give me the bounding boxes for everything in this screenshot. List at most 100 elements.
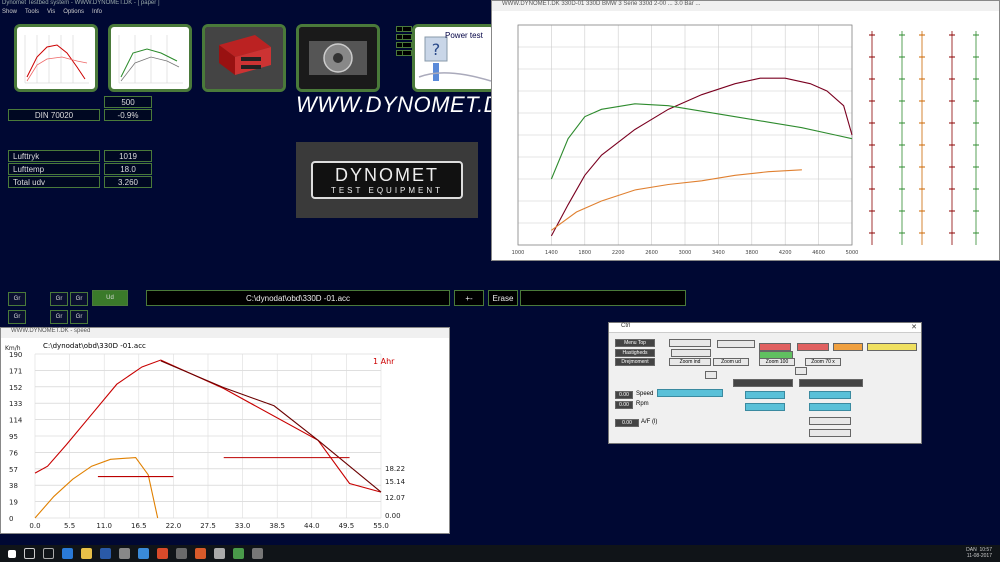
control-button-6[interactable]: Gr bbox=[70, 310, 88, 324]
din-value: -0.9% bbox=[104, 109, 152, 121]
nav-button[interactable]: +- bbox=[454, 290, 484, 306]
teal-button-3[interactable] bbox=[745, 403, 785, 411]
red-button-2[interactable] bbox=[797, 343, 829, 351]
yellow-button[interactable] bbox=[867, 343, 917, 351]
edge-icon[interactable] bbox=[62, 548, 73, 559]
close-icon[interactable]: ✕ bbox=[911, 323, 917, 331]
drejmoment-button[interactable]: Drejmoment bbox=[615, 358, 655, 366]
option-button-1[interactable] bbox=[669, 339, 711, 347]
control-button-3[interactable]: Gr bbox=[70, 292, 88, 306]
y-tick-label: 76 bbox=[9, 449, 18, 457]
file-path-bar[interactable]: C:\dynodat\obd\330D -01.acc bbox=[146, 290, 450, 306]
store-icon[interactable] bbox=[100, 548, 111, 559]
dyno-app-icon[interactable] bbox=[233, 548, 244, 559]
control-button-green[interactable]: Ud bbox=[92, 290, 128, 306]
y-tick-label: 190 bbox=[9, 351, 22, 359]
x-tick-label: 3800 bbox=[745, 250, 758, 256]
corner-label: 1 Ahr bbox=[373, 357, 395, 366]
app-icon[interactable] bbox=[138, 548, 149, 559]
clock[interactable]: DAN 10:57 11-08-2017 bbox=[966, 547, 992, 559]
menu-vis[interactable]: Vis bbox=[47, 9, 55, 19]
website-url[interactable]: WWW.DYNOMET.DK bbox=[296, 92, 515, 118]
erase-button[interactable]: Erase bbox=[488, 290, 518, 306]
mail-icon[interactable] bbox=[119, 548, 130, 559]
stepper-left[interactable] bbox=[705, 371, 717, 379]
menu-show[interactable]: Show bbox=[2, 9, 17, 19]
task-view-icon[interactable] bbox=[43, 548, 54, 559]
search-icon[interactable] bbox=[24, 548, 35, 559]
action-button-1[interactable] bbox=[733, 379, 793, 387]
thumb-power-chart[interactable] bbox=[14, 24, 98, 92]
menu-top-button[interactable]: Menu Top bbox=[615, 339, 655, 347]
x-tick-label: 1000 bbox=[512, 250, 525, 256]
file-title: C:\dynodat\obd\330D -01.acc bbox=[43, 342, 146, 350]
zoom-in-button[interactable]: Zoom ind bbox=[669, 358, 711, 366]
control-button-4[interactable]: Gr bbox=[8, 310, 26, 324]
status-indicators-2 bbox=[402, 26, 412, 62]
x-tick-label: 2200 bbox=[612, 250, 625, 256]
app-icon-3[interactable] bbox=[214, 548, 225, 559]
speed-label: Speed bbox=[636, 391, 654, 397]
y-tick-label: 19 bbox=[9, 499, 18, 507]
thumb-power-test[interactable]: Power test ? bbox=[412, 24, 496, 92]
y-tick-label: 133 bbox=[9, 400, 22, 408]
menu-bar: Show Tools Vis Options Info bbox=[0, 9, 490, 19]
stepper-right[interactable] bbox=[795, 367, 807, 375]
orange-button[interactable] bbox=[833, 343, 863, 351]
chrome-icon[interactable] bbox=[157, 548, 168, 559]
app-icon-4[interactable] bbox=[252, 548, 263, 559]
din-label: DIN 70020 bbox=[8, 109, 100, 121]
app-title: Dynomet Testbed system - WWW.DYNOMET.DK … bbox=[2, 0, 160, 6]
menu-options[interactable]: Options bbox=[63, 9, 84, 19]
thumb-dyno-machine[interactable] bbox=[202, 24, 286, 92]
action-button-2[interactable] bbox=[799, 379, 863, 387]
control-button-5[interactable]: Gr bbox=[50, 310, 68, 324]
teal-button-1[interactable] bbox=[657, 389, 723, 397]
green-button[interactable] bbox=[759, 351, 793, 359]
checkbox-row[interactable] bbox=[717, 340, 755, 348]
af-label: A/F (l) bbox=[641, 419, 658, 425]
hastighed-button[interactable]: Hastigheds bbox=[615, 349, 655, 357]
windows-start-icon[interactable] bbox=[8, 549, 16, 558]
control-window[interactable]: Ctrl ✕ Menu Top Hastigheds Drejmoment Zo… bbox=[608, 322, 922, 444]
zoom-100-button[interactable]: Zoom 100 bbox=[759, 358, 795, 366]
y-tick-label: 0 bbox=[9, 515, 13, 523]
field-label-lufttemp: Lufttemp bbox=[8, 163, 100, 175]
x-tick-label: 33.0 bbox=[235, 522, 251, 530]
y-tick-label: 152 bbox=[9, 384, 22, 392]
option-button-4[interactable] bbox=[809, 429, 851, 437]
teal-button-5[interactable] bbox=[809, 403, 851, 411]
field-value-lufttryk: 1019 bbox=[104, 150, 152, 162]
menu-info[interactable]: Info bbox=[92, 9, 102, 19]
y-tick-label: 38 bbox=[9, 482, 18, 490]
x-tick-label: 0.0 bbox=[29, 522, 40, 530]
folder-icon[interactable] bbox=[81, 548, 92, 559]
speed-chart-window[interactable]: WWW.DYNOMET.DK - speed 0 19 38 57 76 95 114 133… bbox=[0, 327, 450, 534]
x-tick-label: 3000 bbox=[679, 250, 692, 256]
option-button-3[interactable] bbox=[809, 417, 851, 425]
zoom-70-button[interactable]: Zoom 70 x bbox=[805, 358, 841, 366]
x-tick-label: 2600 bbox=[645, 250, 658, 256]
red-button[interactable] bbox=[759, 343, 791, 351]
x-tick-label: 38.5 bbox=[269, 522, 285, 530]
option-button-2[interactable] bbox=[671, 349, 711, 357]
thumb-roller[interactable] bbox=[296, 24, 380, 92]
app-icon-2[interactable] bbox=[176, 548, 187, 559]
power-chart-window[interactable]: WWW.DYNOMET.DK 330D-01 330D BMW 3 Serie … bbox=[491, 0, 1000, 261]
menu-tools[interactable]: Tools bbox=[25, 9, 39, 19]
zoom-out-button[interactable]: Zoom ud bbox=[713, 358, 749, 366]
y-tick-label: 95 bbox=[9, 433, 18, 441]
control-button-1[interactable]: Gr bbox=[8, 292, 26, 306]
office-icon[interactable] bbox=[195, 548, 206, 559]
control-button-2[interactable]: Gr bbox=[50, 292, 68, 306]
thumb-torque-chart[interactable] bbox=[108, 24, 192, 92]
y-tick-label: 57 bbox=[9, 466, 18, 474]
af-value: 0.00 bbox=[615, 419, 639, 427]
dyno-machine-icon bbox=[205, 27, 283, 89]
x-tick-label: 5000 bbox=[846, 250, 859, 256]
teal-button-2[interactable] bbox=[745, 391, 785, 399]
chart-icon bbox=[24, 35, 89, 84]
teal-button-4[interactable] bbox=[809, 391, 851, 399]
logo-line2: TEST EQUIPMENT bbox=[330, 186, 444, 195]
roller-icon bbox=[299, 27, 377, 89]
